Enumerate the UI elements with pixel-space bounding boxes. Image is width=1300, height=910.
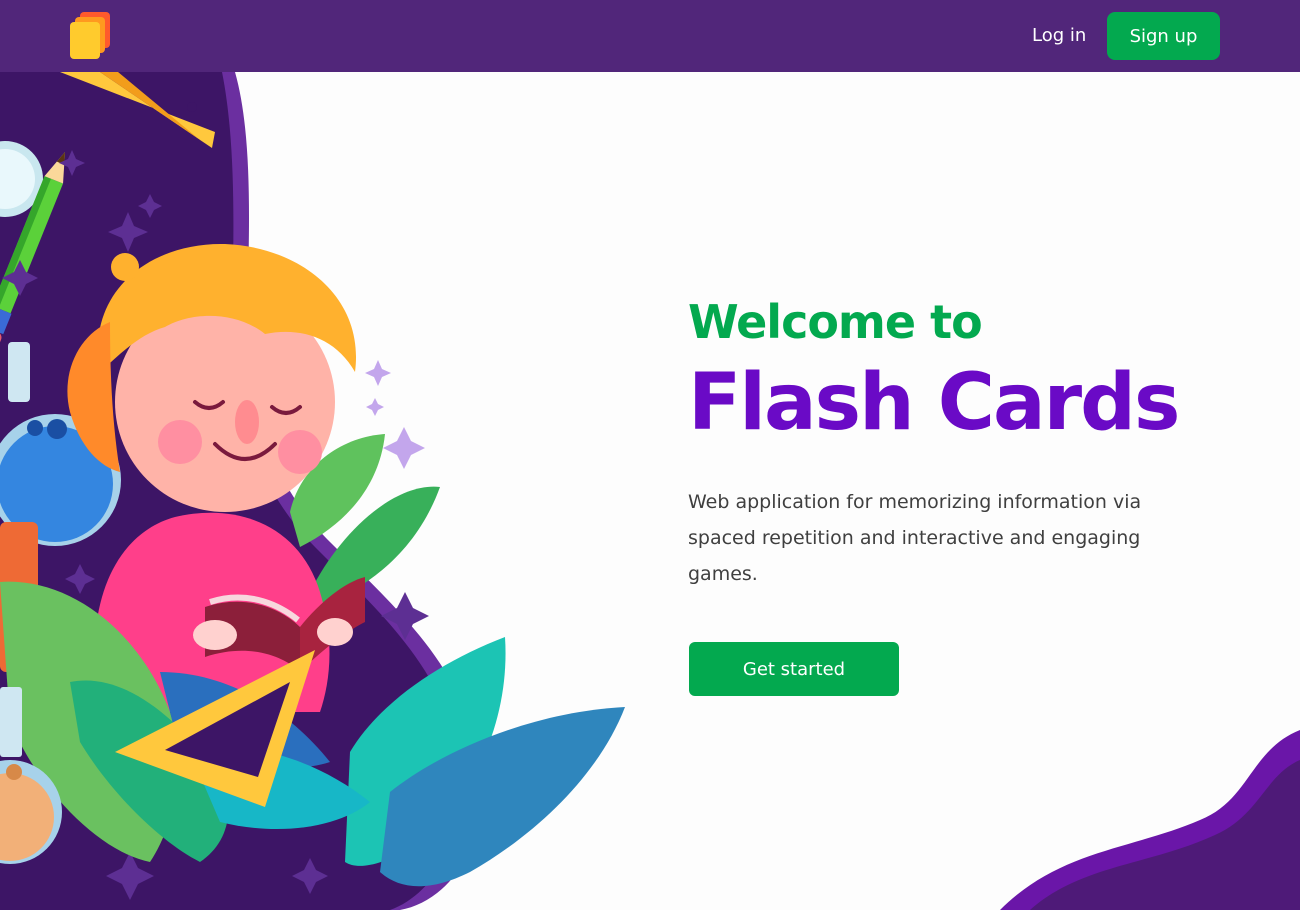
signup-button[interactable]: Sign up [1107, 12, 1220, 60]
welcome-heading: Welcome to [688, 295, 983, 349]
hero-description: Web application for memorizing informati… [688, 491, 1142, 585]
stacked-cards-icon [70, 12, 110, 59]
navbar: Log in Sign up [0, 0, 1300, 72]
get-started-button[interactable]: Get started [689, 642, 899, 696]
decorative-wave-shape [1000, 730, 1300, 910]
hero-section: Welcome to Flash Cards Web application f… [688, 292, 1208, 592]
login-link[interactable]: Log in [1032, 22, 1086, 50]
logo[interactable] [70, 12, 112, 60]
child-reading-book-illustration [0, 72, 625, 910]
page-title: Flash Cards [688, 358, 1180, 448]
